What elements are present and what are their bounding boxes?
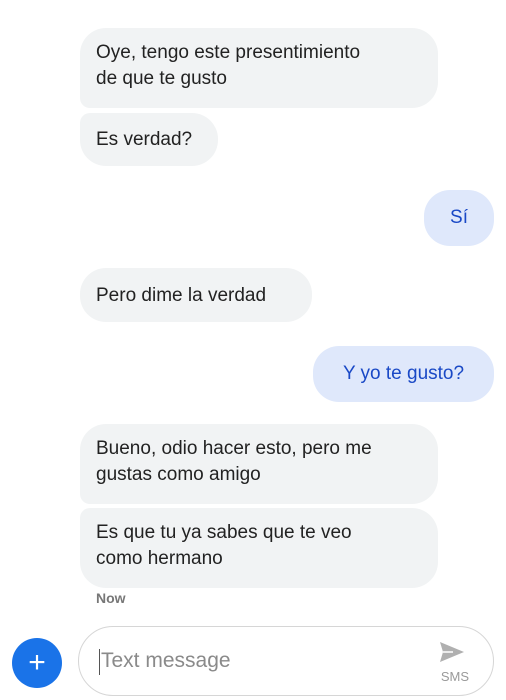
message-incoming[interactable]: Pero dime la verdad: [80, 268, 312, 322]
send-icon: [440, 642, 464, 662]
text-cursor: [99, 649, 100, 675]
message-incoming[interactable]: Es verdad?: [80, 113, 218, 166]
message-incoming[interactable]: Oye, tengo este presentimiento de que te…: [80, 28, 438, 108]
message-outgoing[interactable]: Y yo te gusto?: [313, 346, 494, 402]
plus-icon: +: [28, 646, 46, 679]
message-timestamp: Now: [96, 590, 126, 606]
message-incoming[interactable]: Bueno, odio hacer esto, pero me gustas c…: [80, 424, 438, 504]
text-message-input[interactable]: Text message: [101, 649, 231, 673]
message-incoming[interactable]: Es que tu ya sabes que te veo como herma…: [80, 508, 438, 588]
add-attachment-button[interactable]: +: [12, 638, 62, 688]
message-outgoing[interactable]: Sí: [424, 190, 494, 246]
send-sms-label: SMS: [440, 669, 469, 684]
message-composer: Text message SMS: [78, 626, 494, 696]
